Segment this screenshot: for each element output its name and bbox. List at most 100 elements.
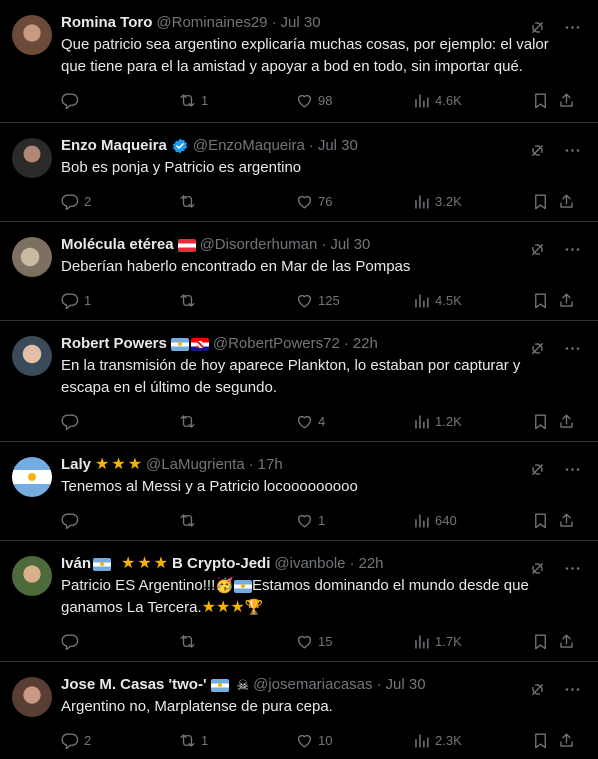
- retweet-icon: [180, 293, 195, 307]
- grok-icon[interactable]: [528, 141, 547, 160]
- author-name[interactable]: Enzo Maqueira: [61, 136, 167, 156]
- author-name[interactable]: Iván: [61, 554, 91, 574]
- like-button[interactable]: 4: [295, 412, 412, 431]
- bookmark-button[interactable]: [531, 91, 557, 110]
- reply-button[interactable]: 2: [61, 192, 178, 211]
- author-handle[interactable]: @Disorderhuman: [200, 235, 318, 255]
- share-button[interactable]: [557, 192, 576, 211]
- author-handle[interactable]: @EnzoMaqueira: [193, 136, 305, 156]
- avatar[interactable]: [12, 336, 52, 376]
- avatar[interactable]: [12, 677, 52, 717]
- more-icon[interactable]: [563, 240, 582, 259]
- author-handle[interactable]: @RobertPowers72: [213, 334, 340, 354]
- avatar[interactable]: [12, 138, 52, 178]
- reply-button[interactable]: 2: [61, 731, 178, 750]
- retweet-button[interactable]: [178, 632, 295, 651]
- reply-button[interactable]: [61, 511, 178, 530]
- grok-icon[interactable]: [528, 460, 547, 479]
- like-button[interactable]: 98: [295, 91, 412, 110]
- like-button[interactable]: 10: [295, 731, 412, 750]
- share-button[interactable]: [557, 291, 576, 310]
- avatar[interactable]: [12, 457, 52, 497]
- reply-icon: [61, 413, 79, 430]
- more-icon[interactable]: [563, 680, 582, 699]
- like-button[interactable]: 15: [295, 632, 412, 651]
- retweet-button[interactable]: [178, 511, 295, 530]
- timestamp[interactable]: Jul 30: [318, 136, 358, 156]
- reply-button[interactable]: [61, 412, 178, 431]
- bookmark-button[interactable]: [531, 412, 557, 431]
- views-button[interactable]: 640: [412, 511, 531, 530]
- reply-icon: [61, 732, 79, 749]
- author-name[interactable]: Molécula etérea: [61, 235, 174, 255]
- retweet-icon: [180, 513, 195, 527]
- timestamp[interactable]: 22h: [353, 334, 378, 354]
- author-name[interactable]: Robert Powers: [61, 334, 167, 354]
- timestamp[interactable]: Jul 30: [386, 675, 426, 695]
- share-button[interactable]: [557, 511, 576, 530]
- grok-icon[interactable]: [528, 339, 547, 358]
- bookmark-button[interactable]: [531, 192, 557, 211]
- grok-icon[interactable]: [528, 559, 547, 578]
- tweet[interactable]: Molécula etérea @Disorderhuman · Jul 30 …: [0, 222, 598, 321]
- reply-button[interactable]: 1: [61, 291, 178, 310]
- share-button[interactable]: [557, 412, 576, 431]
- more-icon[interactable]: [563, 141, 582, 160]
- author-name-suffix[interactable]: B Crypto-Jedi: [172, 554, 270, 574]
- views-button[interactable]: 4.5K: [412, 291, 531, 310]
- avatar[interactable]: [12, 15, 52, 55]
- more-icon[interactable]: [563, 460, 582, 479]
- author-handle[interactable]: @ivanbole: [274, 554, 345, 574]
- author-name[interactable]: Romina Toro: [61, 13, 152, 33]
- grok-icon[interactable]: [528, 18, 547, 37]
- avatar[interactable]: [12, 556, 52, 596]
- top-icons: [528, 339, 582, 358]
- more-icon[interactable]: [563, 18, 582, 37]
- share-button[interactable]: [557, 731, 576, 750]
- avatar[interactable]: [12, 237, 52, 277]
- more-icon[interactable]: [563, 559, 582, 578]
- retweet-button[interactable]: [178, 291, 295, 310]
- tweet[interactable]: Iván ★ ★ ★ B Crypto-Jedi @ivanbole · 22h P…: [0, 541, 598, 662]
- retweet-button[interactable]: [178, 192, 295, 211]
- tweet[interactable]: Robert Powers @RobertPowers72 · 22h En l…: [0, 321, 598, 442]
- like-button[interactable]: 1: [295, 511, 412, 530]
- author-handle[interactable]: @Rominaines29: [156, 13, 267, 33]
- bookmark-button[interactable]: [531, 731, 557, 750]
- retweet-icon: [180, 93, 195, 107]
- views-button[interactable]: 3.2K: [412, 192, 531, 211]
- bookmark-button[interactable]: [531, 291, 557, 310]
- tweet[interactable]: Romina Toro @Rominaines29 · Jul 30 Que p…: [0, 0, 598, 123]
- tweet[interactable]: Jose M. Casas 'two-' ☠ @josemariacasas ·…: [0, 662, 598, 759]
- timestamp[interactable]: Jul 30: [281, 13, 321, 33]
- retweet-button[interactable]: 1: [178, 91, 295, 110]
- grok-icon[interactable]: [528, 680, 547, 699]
- bookmark-button[interactable]: [531, 511, 557, 530]
- timestamp[interactable]: 22h: [359, 554, 384, 574]
- author-handle[interactable]: @josemariacasas: [253, 675, 372, 695]
- author-name[interactable]: Jose M. Casas 'two-': [61, 675, 207, 695]
- like-button[interactable]: 125: [295, 291, 412, 310]
- like-button[interactable]: 76: [295, 192, 412, 211]
- reply-count: 1: [84, 292, 92, 308]
- tweet[interactable]: Laly ★ ★ ★ @LaMugrienta · 17h Tenemos al M…: [0, 442, 598, 541]
- reply-button[interactable]: [61, 91, 178, 110]
- timestamp[interactable]: Jul 30: [330, 235, 370, 255]
- retweet-button[interactable]: 1: [178, 731, 295, 750]
- views-button[interactable]: 1.7K: [412, 632, 531, 651]
- bookmark-button[interactable]: [531, 632, 557, 651]
- author-name[interactable]: Laly: [61, 455, 91, 475]
- share-button[interactable]: [557, 91, 576, 110]
- views-button[interactable]: 1.2K: [412, 412, 531, 431]
- views-button[interactable]: 2.3K: [412, 731, 531, 750]
- timestamp[interactable]: 17h: [258, 455, 283, 475]
- grok-icon[interactable]: [528, 240, 547, 259]
- views-button[interactable]: 4.6K: [412, 91, 531, 110]
- reply-button[interactable]: [61, 632, 178, 651]
- share-button[interactable]: [557, 632, 576, 651]
- more-icon[interactable]: [563, 339, 582, 358]
- bookmark-icon: [535, 92, 546, 108]
- author-handle[interactable]: @LaMugrienta: [146, 455, 245, 475]
- retweet-button[interactable]: [178, 412, 295, 431]
- tweet[interactable]: Enzo Maqueira @EnzoMaqueira · Jul 30 Bob…: [0, 123, 598, 222]
